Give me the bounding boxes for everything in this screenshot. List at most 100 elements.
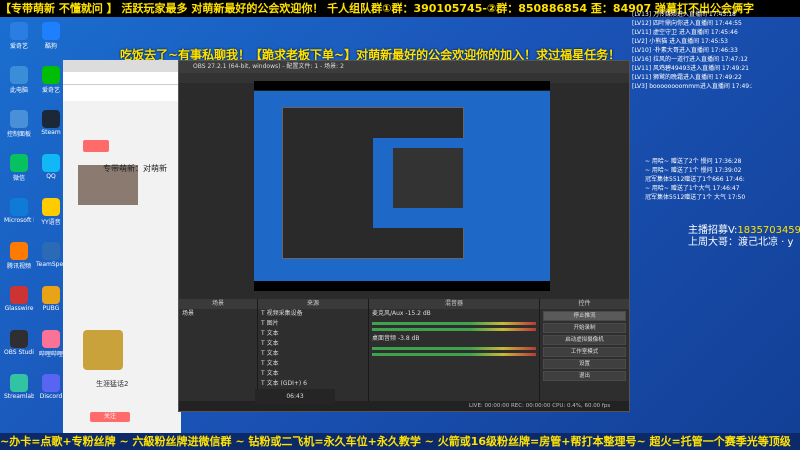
status-live: LIVE: 00:00:00 [469,403,510,409]
gift-entry: ~ 用哈~ 赠送了1个 慢问 17:39:02 [645,167,742,174]
source-item[interactable]: T 文本 (GDI+) 6 [258,379,368,389]
mixer-title: 混音器 [369,299,539,309]
source-item[interactable]: T 图片 [258,319,368,329]
desktop-icon-label: TeamSpeak [36,261,66,268]
desktop-icon-label: Streamlabs [4,393,34,400]
desktop-icon-label: Microsoft Edge [4,217,34,224]
mixer-panel[interactable]: 混音器 麦克风/Aux -15.2 dB 桌面音频 -3.8 dB [369,299,540,411]
desktop-icon[interactable]: 此电脑 [4,66,34,94]
desktop-icon[interactable]: YY语音 [36,198,66,226]
desktop-icon[interactable]: 酷狗 [36,22,66,50]
desktop-icon[interactable]: PUBG [36,286,66,312]
app-icon [42,110,60,128]
desktop-icon[interactable]: 爱奇艺 [4,22,34,50]
mixer-channel-label: 麦克风/Aux -15.2 dB [369,309,539,319]
desktop-icon[interactable]: 腾讯视频 [4,242,34,270]
chat-entry: [LV12] 四叶鼎向你进入直播间 17:44:55 [632,20,742,27]
browser-tabbar[interactable] [63,60,181,72]
gift-entry: ~ 用哈~ 赠送了1个大气 17:46:47 [645,185,740,192]
scenes-panel[interactable]: 场景 场景 [179,299,258,411]
preview-banner [254,81,550,90]
desktop-icon-label: 此电脑 [9,87,28,94]
source-item[interactable]: T 视频采集设备 [258,309,368,319]
desktop-icon-label: 酷狗 [44,43,57,50]
source-item[interactable]: T 文本 [258,339,368,349]
control-button[interactable]: 退出 [543,371,626,381]
control-button[interactable]: 工作室模式 [543,347,626,357]
source-item[interactable]: T 文本 [258,359,368,369]
recruit-line2: 上周大哥：渡己北凉 · y [688,237,794,248]
desktop-icon[interactable]: 爱奇艺 [36,66,66,94]
desktop-icon-label: 腾讯视频 [6,263,31,270]
desktop-icon[interactable]: Microsoft Edge [4,198,34,224]
preview-marquee [254,281,550,291]
desktop-icon[interactable]: Streamlabs [4,374,34,400]
desktop-icon[interactable]: 哔哩哔哩 [36,330,66,358]
mixer-meter [372,328,536,331]
mixer-channel-level: -3.8 dB [397,335,420,342]
obs-title: OBS 27.2.1 (64-bit, windows) - 配置文件: 1 -… [179,61,629,73]
app-icon [42,66,60,84]
live-badge: 生涯猛话2 [96,380,129,388]
app-icon [10,66,28,84]
desktop-icon-label: QQ [46,173,56,180]
streamer-name: 专带萌新：对萌新 [103,164,167,173]
control-button[interactable]: 开始录制 [543,323,626,333]
follow-button[interactable]: 关注 [90,412,130,422]
preview-nested-window-3 [393,148,463,208]
status-rec: REC: 00:00:00 [510,403,551,409]
preview-nested-window-2 [373,138,483,228]
app-icon [10,110,28,128]
app-icon [10,330,28,348]
app-icon [42,154,60,172]
desktop-icon-label: 爱奇艺 [9,43,28,50]
chat-entry: [LV2] 小熊猫 进入直播间 17:45:53 [632,38,728,45]
app-icon [42,330,60,348]
mascot-image [83,330,123,370]
desktop-icon-label: 爱奇艺 [41,87,60,94]
source-item[interactable]: T 文本 [258,329,368,339]
app-icon [42,374,60,392]
desktop-icon[interactable]: Discord [36,374,66,400]
desktop-icon[interactable]: OBS Studio [4,330,34,356]
chat-entry: [LV11] 虚空守卫 进入直播间 17:45:46 [632,29,738,36]
control-button[interactable]: 设置 [543,359,626,369]
desktop-icon-label: OBS Studio [4,349,34,356]
browser-address-bar[interactable] [63,72,181,85]
desktop-icon[interactable]: Glasswire [4,286,34,312]
preview-desktop [254,91,550,281]
mixer-meter [372,322,536,325]
desktop-icon[interactable]: Steam [36,110,66,136]
chat-entry: [LV13] 刀伶嫌烦进入直播间 17:43:18 [632,11,736,18]
app-icon [42,286,60,304]
mixer-channel-name: 麦克风/Aux [372,310,404,317]
sources-title: 来源 [258,299,368,309]
controls-panel[interactable]: 控件 停止推流 开始录制 启动虚拟摄像机 工作室模式 设置 退出 [540,299,629,411]
gift-notifications: ~ 用哈~ 赠送了2个 慢问 17:36:28 ~ 用哈~ 赠送了1个 慢问 17… [645,157,745,202]
app-icon [10,22,28,40]
desktop-icon[interactable]: TeamSpeak [36,242,66,268]
mixer-channel-label: 桌面音频 -3.8 dB [369,334,539,344]
desktop-icon-label: 哔哩哔哩 [38,351,63,358]
source-item[interactable]: T 文本 [258,369,368,379]
gift-entry: 冠军集体5512赠送了1个 大气 17:50:05 [645,194,745,201]
chat-entry: [LV3] boooooooommm进入直播间 17:49:27 [632,83,752,90]
desktop-icon[interactable]: QQ [36,154,66,180]
obs-window[interactable]: OBS 27.2.1 (64-bit, windows) - 配置文件: 1 -… [178,60,630,412]
category-chip[interactable] [83,140,109,152]
source-item[interactable]: T 文本 [258,349,368,359]
control-button[interactable]: 启动虚拟摄像机 [543,335,626,345]
recruit-number: 1835703459 [737,225,800,236]
recruit-label: 主播招募V: [688,225,738,236]
desktop-icon[interactable]: 控制面板 [4,110,34,138]
chat-entry: [LV16] 拉风的一道行进入直播间 17:47:12 [632,56,748,63]
obs-taskbar-dock[interactable]: 06:43 [255,389,335,404]
chat-entry: [LV11] 狮鹫的晚霜进入直播间 17:49:22 [632,74,742,81]
app-icon [42,198,60,216]
control-button[interactable]: 停止推流 [543,311,626,321]
gift-entry: 冠军集体5512赠送了1个666 17:46:01 [645,176,745,183]
app-icon [42,242,60,260]
scene-item[interactable]: 场景 [179,309,257,319]
desktop-icon[interactable]: 微信 [4,154,34,182]
bottom-banner: ~办卡=点歌+专粉丝牌 ~ 六級粉丝牌进微信群 ~ 钻粉或二飞机=永久车位+永久… [0,433,800,450]
